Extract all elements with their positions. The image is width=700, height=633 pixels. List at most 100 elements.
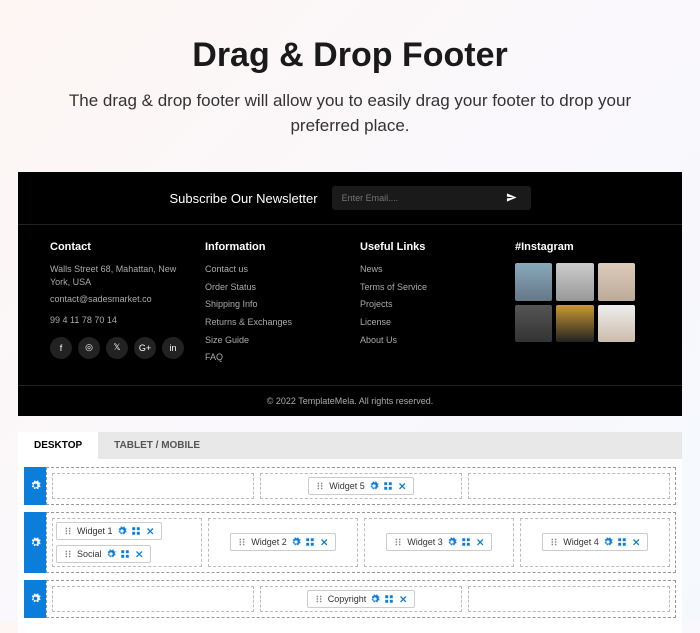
useful-link[interactable]: License [360,316,495,329]
row-settings-handle[interactable] [24,512,46,573]
gear-icon[interactable] [447,537,457,547]
hero-subtitle: The drag & drop footer will allow you to… [60,89,640,138]
info-link[interactable]: Contact us [205,263,340,276]
instagram-heading: #Instagram [515,241,650,253]
instagram-thumb[interactable] [515,305,552,342]
submit-button[interactable] [492,186,531,210]
newsletter-form [332,186,531,210]
gear-icon[interactable] [106,549,116,559]
instagram-thumb[interactable] [598,263,635,300]
info-link[interactable]: Shipping Info [205,298,340,311]
device-tabs: DESKTOP TABLET / MOBILE [18,432,682,459]
google-plus-icon[interactable]: G+ [134,337,156,359]
builder-cell[interactable]: Widget 4 [520,518,670,567]
drag-icon[interactable] [549,537,559,547]
footer-preview: Subscribe Our Newsletter Contact Walls S… [18,172,682,416]
widget-label: Copyright [328,594,367,604]
drag-icon[interactable] [63,549,73,559]
grid-icon[interactable] [120,549,130,559]
builder-cell[interactable] [52,473,254,499]
builder-row: Widget 5 [24,467,676,505]
widget-block[interactable]: Widget 2 [230,533,336,551]
widget-block[interactable]: Widget 5 [308,477,414,495]
instagram-thumb[interactable] [598,305,635,342]
widget-label: Widget 5 [329,481,365,491]
contact-phone: 99 4 11 78 70 14 [50,314,185,327]
close-icon[interactable] [319,537,329,547]
facebook-icon[interactable]: f [50,337,72,359]
gear-icon[interactable] [370,594,380,604]
widget-label: Widget 2 [251,537,287,547]
grid-icon[interactable] [617,537,627,547]
tab-tablet-mobile[interactable]: TABLET / MOBILE [98,432,216,459]
info-link[interactable]: Size Guide [205,334,340,347]
gear-icon[interactable] [369,481,379,491]
close-icon[interactable] [145,526,155,536]
hero-title: Drag & Drop Footer [60,36,640,75]
builder-cell[interactable]: Widget 5 [260,473,462,499]
close-icon[interactable] [398,594,408,604]
newsletter-title: Subscribe Our Newsletter [169,191,317,206]
gear-icon[interactable] [117,526,127,536]
row-settings-handle[interactable] [24,580,46,618]
instagram-column: #Instagram [515,241,650,369]
info-link[interactable]: Returns & Exchanges [205,316,340,329]
tab-desktop[interactable]: DESKTOP [18,432,98,459]
row-body: Copyright [46,580,676,618]
row-settings-handle[interactable] [24,467,46,505]
linkedin-icon[interactable]: in [162,337,184,359]
email-input[interactable] [332,186,492,210]
instagram-thumb[interactable] [556,263,593,300]
grid-icon[interactable] [131,526,141,536]
builder-cell[interactable] [468,586,670,612]
drag-icon[interactable] [63,526,73,536]
useful-links-column: Useful Links News Terms of Service Proje… [360,241,495,369]
contact-address: Walls Street 68, Mahattan, New York, USA [50,263,185,288]
close-icon[interactable] [397,481,407,491]
newsletter-bar: Subscribe Our Newsletter [18,172,682,225]
drag-icon[interactable] [393,537,403,547]
widget-block[interactable]: Copyright [307,590,416,608]
contact-email: contact@sadesmarket.co [50,293,185,306]
grid-icon[interactable] [384,594,394,604]
useful-link[interactable]: News [360,263,495,276]
widget-block[interactable]: Widget 4 [542,533,648,551]
instagram-icon[interactable]: ◎ [78,337,100,359]
builder-cell[interactable] [52,586,254,612]
useful-heading: Useful Links [360,241,495,253]
row-body: Widget 5 [46,467,676,505]
info-link[interactable]: Order Status [205,281,340,294]
drag-icon[interactable] [314,594,324,604]
grid-icon[interactable] [305,537,315,547]
builder-cell[interactable] [468,473,670,499]
copyright-text: © 2022 TemplateMela. All rights reserved… [18,385,682,416]
builder-cell[interactable]: Widget 1 Social [52,518,202,567]
builder-cell[interactable]: Widget 3 [364,518,514,567]
widget-label: Widget 1 [77,526,113,536]
useful-link[interactable]: About Us [360,334,495,347]
instagram-thumb[interactable] [556,305,593,342]
close-icon[interactable] [134,549,144,559]
close-icon[interactable] [631,537,641,547]
widget-block[interactable]: Widget 1 [56,522,162,540]
grid-icon[interactable] [461,537,471,547]
gear-icon[interactable] [603,537,613,547]
useful-link[interactable]: Projects [360,298,495,311]
builder-cell[interactable]: Copyright [260,586,462,612]
widget-block[interactable]: Widget 3 [386,533,492,551]
builder-rows: Widget 5 Widget 1 Social Widget 2 Widget… [18,459,682,633]
close-icon[interactable] [475,537,485,547]
row-body: Widget 1 Social Widget 2 Widget 3 Widget… [46,512,676,573]
gear-icon[interactable] [291,537,301,547]
instagram-thumb[interactable] [515,263,552,300]
send-icon [506,192,517,203]
drag-icon[interactable] [237,537,247,547]
widget-label: Widget 4 [563,537,599,547]
builder-cell[interactable]: Widget 2 [208,518,358,567]
useful-link[interactable]: Terms of Service [360,281,495,294]
widget-block[interactable]: Social [56,545,151,563]
twitter-icon[interactable]: 𝕏 [106,337,128,359]
drag-icon[interactable] [315,481,325,491]
info-link[interactable]: FAQ [205,351,340,364]
grid-icon[interactable] [383,481,393,491]
